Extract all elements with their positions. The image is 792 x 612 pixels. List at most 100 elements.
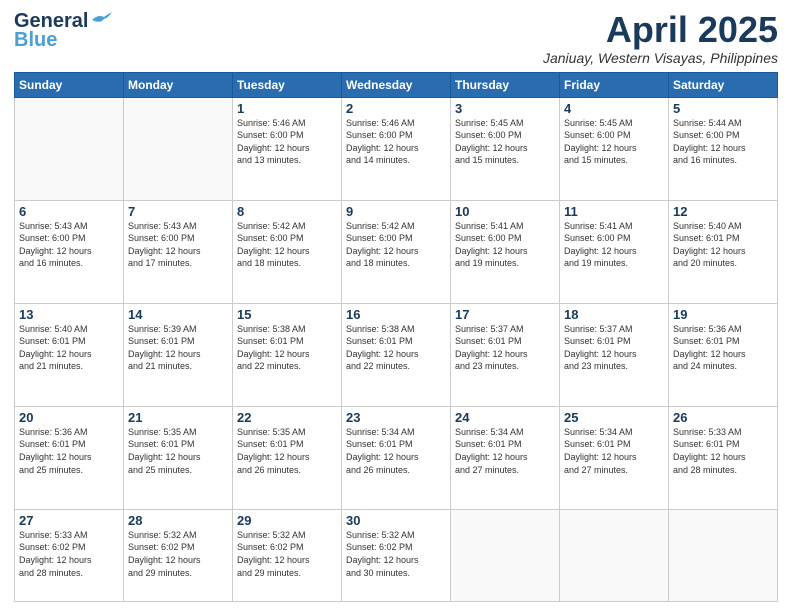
day-info: Sunrise: 5:45 AM Sunset: 6:00 PM Dayligh… xyxy=(564,117,664,167)
calendar-cell: 7Sunrise: 5:43 AM Sunset: 6:00 PM Daylig… xyxy=(124,200,233,303)
day-info: Sunrise: 5:35 AM Sunset: 6:01 PM Dayligh… xyxy=(237,426,337,476)
day-number: 18 xyxy=(564,307,664,322)
day-info: Sunrise: 5:38 AM Sunset: 6:01 PM Dayligh… xyxy=(346,323,446,373)
calendar-cell: 14Sunrise: 5:39 AM Sunset: 6:01 PM Dayli… xyxy=(124,303,233,406)
day-number: 2 xyxy=(346,101,446,116)
day-number: 3 xyxy=(455,101,555,116)
calendar-week-4: 20Sunrise: 5:36 AM Sunset: 6:01 PM Dayli… xyxy=(15,406,778,509)
calendar-cell: 1Sunrise: 5:46 AM Sunset: 6:00 PM Daylig… xyxy=(233,97,342,200)
calendar-cell: 10Sunrise: 5:41 AM Sunset: 6:00 PM Dayli… xyxy=(451,200,560,303)
day-number: 15 xyxy=(237,307,337,322)
calendar-cell: 13Sunrise: 5:40 AM Sunset: 6:01 PM Dayli… xyxy=(15,303,124,406)
calendar-cell: 23Sunrise: 5:34 AM Sunset: 6:01 PM Dayli… xyxy=(342,406,451,509)
day-info: Sunrise: 5:38 AM Sunset: 6:01 PM Dayligh… xyxy=(237,323,337,373)
day-info: Sunrise: 5:34 AM Sunset: 6:01 PM Dayligh… xyxy=(564,426,664,476)
title-block: April 2025 Janiuay, Western Visayas, Phi… xyxy=(543,10,778,66)
day-number: 30 xyxy=(346,513,446,528)
calendar-cell xyxy=(560,509,669,601)
day-info: Sunrise: 5:40 AM Sunset: 6:01 PM Dayligh… xyxy=(673,220,773,270)
day-info: Sunrise: 5:39 AM Sunset: 6:01 PM Dayligh… xyxy=(128,323,228,373)
day-number: 16 xyxy=(346,307,446,322)
calendar-cell: 6Sunrise: 5:43 AM Sunset: 6:00 PM Daylig… xyxy=(15,200,124,303)
calendar-cell xyxy=(124,97,233,200)
day-number: 21 xyxy=(128,410,228,425)
calendar-header-row: SundayMondayTuesdayWednesdayThursdayFrid… xyxy=(15,72,778,97)
day-number: 17 xyxy=(455,307,555,322)
calendar-cell: 9Sunrise: 5:42 AM Sunset: 6:00 PM Daylig… xyxy=(342,200,451,303)
header: General Blue April 2025 Janiuay, Western… xyxy=(14,10,778,66)
calendar-week-5: 27Sunrise: 5:33 AM Sunset: 6:02 PM Dayli… xyxy=(15,509,778,601)
day-number: 4 xyxy=(564,101,664,116)
calendar-cell: 19Sunrise: 5:36 AM Sunset: 6:01 PM Dayli… xyxy=(669,303,778,406)
calendar-cell xyxy=(669,509,778,601)
calendar-cell: 11Sunrise: 5:41 AM Sunset: 6:00 PM Dayli… xyxy=(560,200,669,303)
day-number: 14 xyxy=(128,307,228,322)
logo-bird-icon xyxy=(90,12,112,28)
calendar: SundayMondayTuesdayWednesdayThursdayFrid… xyxy=(14,72,778,602)
calendar-cell: 26Sunrise: 5:33 AM Sunset: 6:01 PM Dayli… xyxy=(669,406,778,509)
calendar-cell: 28Sunrise: 5:32 AM Sunset: 6:02 PM Dayli… xyxy=(124,509,233,601)
day-number: 19 xyxy=(673,307,773,322)
calendar-cell: 4Sunrise: 5:45 AM Sunset: 6:00 PM Daylig… xyxy=(560,97,669,200)
day-info: Sunrise: 5:32 AM Sunset: 6:02 PM Dayligh… xyxy=(128,529,228,579)
day-info: Sunrise: 5:35 AM Sunset: 6:01 PM Dayligh… xyxy=(128,426,228,476)
calendar-cell: 18Sunrise: 5:37 AM Sunset: 6:01 PM Dayli… xyxy=(560,303,669,406)
day-number: 8 xyxy=(237,204,337,219)
page: General Blue April 2025 Janiuay, Western… xyxy=(0,0,792,612)
day-info: Sunrise: 5:45 AM Sunset: 6:00 PM Dayligh… xyxy=(455,117,555,167)
day-info: Sunrise: 5:34 AM Sunset: 6:01 PM Dayligh… xyxy=(455,426,555,476)
calendar-cell xyxy=(15,97,124,200)
day-info: Sunrise: 5:33 AM Sunset: 6:02 PM Dayligh… xyxy=(19,529,119,579)
calendar-cell: 12Sunrise: 5:40 AM Sunset: 6:01 PM Dayli… xyxy=(669,200,778,303)
day-number: 27 xyxy=(19,513,119,528)
day-number: 1 xyxy=(237,101,337,116)
day-info: Sunrise: 5:43 AM Sunset: 6:00 PM Dayligh… xyxy=(128,220,228,270)
day-number: 7 xyxy=(128,204,228,219)
calendar-cell: 21Sunrise: 5:35 AM Sunset: 6:01 PM Dayli… xyxy=(124,406,233,509)
day-number: 26 xyxy=(673,410,773,425)
calendar-cell: 16Sunrise: 5:38 AM Sunset: 6:01 PM Dayli… xyxy=(342,303,451,406)
col-header-thursday: Thursday xyxy=(451,72,560,97)
day-info: Sunrise: 5:36 AM Sunset: 6:01 PM Dayligh… xyxy=(19,426,119,476)
day-info: Sunrise: 5:42 AM Sunset: 6:00 PM Dayligh… xyxy=(346,220,446,270)
col-header-wednesday: Wednesday xyxy=(342,72,451,97)
day-number: 29 xyxy=(237,513,337,528)
calendar-cell: 8Sunrise: 5:42 AM Sunset: 6:00 PM Daylig… xyxy=(233,200,342,303)
calendar-cell: 29Sunrise: 5:32 AM Sunset: 6:02 PM Dayli… xyxy=(233,509,342,601)
col-header-monday: Monday xyxy=(124,72,233,97)
calendar-cell: 24Sunrise: 5:34 AM Sunset: 6:01 PM Dayli… xyxy=(451,406,560,509)
calendar-week-3: 13Sunrise: 5:40 AM Sunset: 6:01 PM Dayli… xyxy=(15,303,778,406)
calendar-cell: 3Sunrise: 5:45 AM Sunset: 6:00 PM Daylig… xyxy=(451,97,560,200)
calendar-cell: 15Sunrise: 5:38 AM Sunset: 6:01 PM Dayli… xyxy=(233,303,342,406)
day-number: 11 xyxy=(564,204,664,219)
day-info: Sunrise: 5:32 AM Sunset: 6:02 PM Dayligh… xyxy=(346,529,446,579)
day-info: Sunrise: 5:33 AM Sunset: 6:01 PM Dayligh… xyxy=(673,426,773,476)
day-number: 20 xyxy=(19,410,119,425)
day-info: Sunrise: 5:41 AM Sunset: 6:00 PM Dayligh… xyxy=(564,220,664,270)
day-number: 22 xyxy=(237,410,337,425)
day-info: Sunrise: 5:40 AM Sunset: 6:01 PM Dayligh… xyxy=(19,323,119,373)
day-info: Sunrise: 5:34 AM Sunset: 6:01 PM Dayligh… xyxy=(346,426,446,476)
day-info: Sunrise: 5:37 AM Sunset: 6:01 PM Dayligh… xyxy=(455,323,555,373)
day-number: 5 xyxy=(673,101,773,116)
col-header-sunday: Sunday xyxy=(15,72,124,97)
month-title: April 2025 xyxy=(543,10,778,50)
calendar-cell: 2Sunrise: 5:46 AM Sunset: 6:00 PM Daylig… xyxy=(342,97,451,200)
day-info: Sunrise: 5:41 AM Sunset: 6:00 PM Dayligh… xyxy=(455,220,555,270)
day-number: 12 xyxy=(673,204,773,219)
col-header-saturday: Saturday xyxy=(669,72,778,97)
calendar-week-1: 1Sunrise: 5:46 AM Sunset: 6:00 PM Daylig… xyxy=(15,97,778,200)
day-number: 13 xyxy=(19,307,119,322)
day-number: 10 xyxy=(455,204,555,219)
day-number: 23 xyxy=(346,410,446,425)
day-number: 28 xyxy=(128,513,228,528)
calendar-cell: 20Sunrise: 5:36 AM Sunset: 6:01 PM Dayli… xyxy=(15,406,124,509)
day-info: Sunrise: 5:44 AM Sunset: 6:00 PM Dayligh… xyxy=(673,117,773,167)
calendar-cell: 27Sunrise: 5:33 AM Sunset: 6:02 PM Dayli… xyxy=(15,509,124,601)
day-info: Sunrise: 5:37 AM Sunset: 6:01 PM Dayligh… xyxy=(564,323,664,373)
day-number: 9 xyxy=(346,204,446,219)
calendar-cell: 5Sunrise: 5:44 AM Sunset: 6:00 PM Daylig… xyxy=(669,97,778,200)
logo-blue: Blue xyxy=(14,29,57,52)
col-header-tuesday: Tuesday xyxy=(233,72,342,97)
day-info: Sunrise: 5:32 AM Sunset: 6:02 PM Dayligh… xyxy=(237,529,337,579)
